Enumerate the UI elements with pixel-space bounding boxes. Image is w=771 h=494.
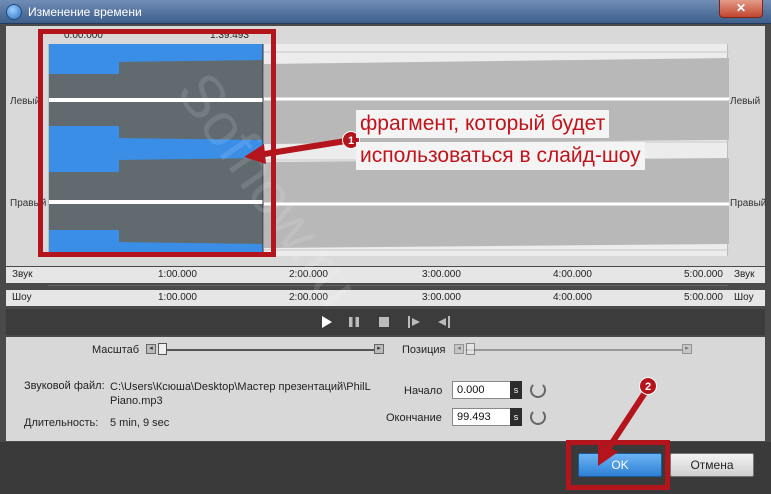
mark-start-icon[interactable] [406,314,422,330]
show-ruler-label: Шоу [12,292,32,303]
sound-ruler-label: Звук [12,269,33,280]
sound-tick: 5:00.000 [684,269,723,280]
file-label: Звуковой файл: [24,380,105,392]
sound-ruler-label-right: Звук [734,269,755,280]
sound-ruler: Звук Звук 1:00.000 2:00.000 3:00.000 4:0… [6,267,765,283]
scale-left-arrow[interactable]: ◂ [146,344,156,354]
pause-icon[interactable] [346,314,362,330]
window-title: Изменение времени [28,5,142,19]
show-tick: 1:00.000 [158,292,197,303]
show-tick: 3:00.000 [422,292,461,303]
show-tick: 5:00.000 [684,292,723,303]
duration-label: Длительность: [24,417,99,429]
position-left-arrow[interactable]: ◂ [454,344,464,354]
end-label: Окончание [386,412,442,424]
start-input[interactable]: 0.000 [452,381,512,399]
show-ruler: Шоу Шоу 1:00.000 2:00.000 3:00.000 4:00.… [6,290,765,306]
right-channel-label-right: Правый [730,198,767,209]
start-unit: s [510,381,522,399]
position-slider-thumb[interactable] [466,343,475,355]
badge-2: 2 [639,377,657,395]
close-button[interactable]: ✕ [719,0,763,18]
sound-tick: 1:00.000 [158,269,197,280]
app-icon [6,4,22,20]
start-label: Начало [404,385,443,397]
show-tick: 4:00.000 [553,292,592,303]
scale-label: Масштаб [92,344,140,356]
sound-tick: 3:00.000 [422,269,461,280]
ruler-divider [48,285,728,286]
mark-end-icon[interactable] [436,314,452,330]
callout-line-1: фрагмент, который будет [356,110,610,138]
duration-value: 5 min, 9 sec [110,417,170,429]
dialog-window: Изменение времени ✕ Левый Правый Левый П… [0,0,771,494]
scale-slider-thumb[interactable] [158,343,167,355]
scale-slider[interactable] [158,349,374,351]
callout-line-2: использоваться в слайд-шоу [356,142,645,170]
position-label: Позиция [402,344,446,356]
start-reset-icon[interactable] [530,382,546,398]
title-bar[interactable]: Изменение времени ✕ [0,0,771,24]
playback-controls [6,309,765,335]
scale-right-arrow[interactable]: ▸ [374,344,384,354]
sound-tick: 4:00.000 [553,269,592,280]
end-reset-icon[interactable] [530,409,546,425]
end-input[interactable]: 99.493 [452,408,512,426]
end-unit: s [510,408,522,426]
position-slider[interactable] [466,349,682,351]
play-icon[interactable] [318,314,334,330]
file-path: C:\Users\Ксюша\Desktop\Мастер презентаци… [110,381,371,407]
left-channel-label-right: Левый [730,96,761,107]
stop-icon[interactable] [376,314,392,330]
cancel-button[interactable]: Отмена [670,453,754,477]
show-ruler-label-right: Шоу [734,292,754,303]
position-right-arrow[interactable]: ▸ [682,344,692,354]
left-channel-label: Левый [10,96,41,107]
